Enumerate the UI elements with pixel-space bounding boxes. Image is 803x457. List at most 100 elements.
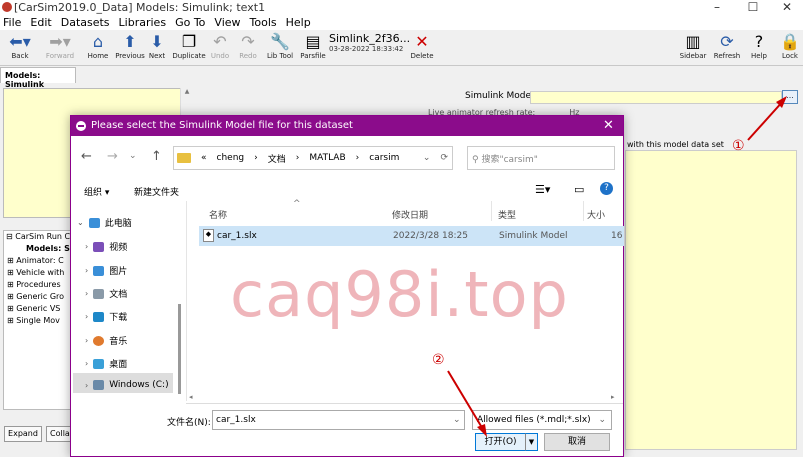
file-type: Simulink Model xyxy=(499,231,568,241)
redo-icon: ↷ xyxy=(241,32,255,51)
nav-item-this-pc[interactable]: ⌄ 此电脑 xyxy=(77,216,132,229)
path-prefix: « xyxy=(201,153,207,163)
back-nav-icon[interactable]: ← xyxy=(81,149,92,164)
menu-go-to[interactable]: Go To xyxy=(175,16,205,29)
simulink-file-icon: ◆ xyxy=(203,229,214,242)
menu-help[interactable]: Help xyxy=(286,16,311,29)
dialog-app-icon xyxy=(76,121,86,131)
menu-file[interactable]: File xyxy=(3,16,21,29)
nav-item-documents[interactable]: › 文档 xyxy=(85,287,127,300)
column-size[interactable]: 大小 xyxy=(587,208,605,221)
organize-button[interactable]: 组织 ▾ xyxy=(84,185,109,198)
address-bar[interactable]: « cheng › 文档 › MATLAB › carsim ⌄ ⟳ xyxy=(173,146,453,170)
parsfile-button[interactable]: ▤ Parsfile xyxy=(298,32,328,66)
nav-item-pictures[interactable]: › 图片 xyxy=(85,264,127,277)
column-type[interactable]: 类型 xyxy=(498,208,516,221)
tab-models-simulink[interactable]: Models: Simulink xyxy=(0,67,76,89)
minimize-button[interactable]: – xyxy=(700,0,734,15)
column-name[interactable]: 名称 xyxy=(209,208,227,221)
open-split-dropdown-icon[interactable]: ▼ xyxy=(525,433,538,451)
preview-pane-icon[interactable]: ▭ xyxy=(574,183,584,196)
file-list-bottom-edge xyxy=(186,403,623,404)
nav-item-music[interactable]: › 音乐 xyxy=(85,334,127,347)
tree-item-animator[interactable]: ⊞ Animator: C xyxy=(4,255,72,267)
dialog-close-button[interactable]: ✕ xyxy=(603,118,614,133)
desktop-icon xyxy=(93,358,105,369)
maximize-button[interactable]: ☐ xyxy=(736,0,770,15)
up-nav-icon[interactable]: ↑ xyxy=(151,149,162,164)
close-window-button[interactable]: ✕ xyxy=(770,0,803,15)
nav-item-windows-c[interactable]: › Windows (C:) xyxy=(85,380,169,390)
new-folder-button[interactable]: 新建文件夹 xyxy=(134,185,179,198)
previous-button[interactable]: ⬆ Previous xyxy=(114,32,146,66)
menu-view[interactable]: View xyxy=(214,16,240,29)
nav-item-desktop[interactable]: › 桌面 xyxy=(85,357,127,370)
path-sep-icon: › xyxy=(254,153,258,163)
filename-label: 文件名(N): xyxy=(167,418,211,428)
dialog-help-icon[interactable]: ? xyxy=(600,182,613,195)
download-icon xyxy=(93,311,105,322)
sidebar-icon: ▥ xyxy=(685,32,701,51)
undo-button[interactable]: ↶ Undo xyxy=(208,32,232,66)
view-menu-icon[interactable]: ☰▾ xyxy=(535,183,550,196)
dialog-command-bar: 组织 ▾ 新建文件夹 ☰▾ ▭ ? xyxy=(71,179,623,201)
video-icon xyxy=(93,241,105,252)
parsfile-icon: ▤ xyxy=(305,32,321,51)
sidebar-button[interactable]: ▥ Sidebar xyxy=(678,32,708,66)
forward-nav-icon[interactable]: → xyxy=(107,149,118,164)
tree-item-procedures[interactable]: ⊞ Procedures xyxy=(4,279,72,291)
dataset-name: Simlink_2f36... xyxy=(329,32,411,45)
lock-icon: 🔒 xyxy=(780,32,800,51)
forward-button[interactable]: ➡▾ Forward xyxy=(42,32,78,66)
delete-button[interactable]: ✕ Delete xyxy=(408,32,436,66)
address-refresh-icon[interactable]: ⟳ xyxy=(440,153,448,163)
scroll-left-icon[interactable]: ◂ xyxy=(189,393,193,401)
menu-datasets[interactable]: Datasets xyxy=(61,16,110,29)
tree-item-generic-group[interactable]: ⊞ Generic Gro xyxy=(4,291,72,303)
lock-button[interactable]: 🔒 Lock xyxy=(778,32,802,66)
annotation-label-2: ② xyxy=(432,352,445,368)
tree-item-vehicle[interactable]: ⊞ Vehicle with xyxy=(4,267,72,279)
tree-root[interactable]: ⊟ CarSim Run C xyxy=(4,231,72,243)
path-segment-matlab[interactable]: MATLAB xyxy=(309,153,345,163)
documents-icon xyxy=(93,288,105,299)
filename-input[interactable]: car_1.slx xyxy=(212,410,465,430)
path-segment-cheng[interactable]: cheng xyxy=(217,153,245,163)
address-dropdown-icon[interactable]: ⌄ xyxy=(423,153,431,163)
path-sep-icon: › xyxy=(295,153,300,163)
lib-tool-button[interactable]: 🔧 Lib Tool xyxy=(264,32,296,66)
search-input[interactable]: ⚲ 搜索"carsim" xyxy=(467,146,615,170)
menu-libraries[interactable]: Libraries xyxy=(119,16,167,29)
watermark: caq98i.top xyxy=(230,258,569,331)
tree-item-single-move[interactable]: ⊞ Single Mov xyxy=(4,315,72,327)
path-segment-carsim[interactable]: carsim xyxy=(369,153,399,163)
help-button[interactable]: ? Help xyxy=(748,32,770,66)
recent-dropdown-icon[interactable]: ⌄ xyxy=(129,151,137,161)
home-button[interactable]: ⌂ Home xyxy=(86,32,110,66)
path-sep-icon: › xyxy=(355,153,360,163)
menu-tools[interactable]: Tools xyxy=(250,16,277,29)
back-button[interactable]: ⬅▾ Back xyxy=(2,32,38,66)
sort-up-icon: ^ xyxy=(293,199,301,209)
menu-edit[interactable]: Edit xyxy=(30,16,51,29)
duplicate-button[interactable]: ❐ Duplicate xyxy=(172,32,206,66)
refresh-button[interactable]: ⟳ Refresh xyxy=(712,32,742,66)
column-date[interactable]: 修改日期 xyxy=(392,208,428,221)
redo-button[interactable]: ↷ Redo xyxy=(236,32,260,66)
file-size: 16 xyxy=(611,231,623,241)
forward-arrow-icon: ➡▾ xyxy=(49,32,71,51)
collapse-button[interactable]: Colla xyxy=(46,426,72,442)
path-segment-documents[interactable]: 文档 xyxy=(268,152,286,165)
window-title: [CarSim2019.0_Data] Models: Simulink; te… xyxy=(14,1,266,14)
cancel-button[interactable]: 取消 xyxy=(544,433,610,451)
next-button[interactable]: ⬇ Next xyxy=(146,32,168,66)
nav-item-downloads[interactable]: › 下载 xyxy=(85,310,127,323)
model-description-area[interactable] xyxy=(625,150,797,450)
scroll-right-icon[interactable]: ▸ xyxy=(611,393,615,401)
nav-item-videos[interactable]: › 视频 xyxy=(85,240,127,253)
expand-button[interactable]: Expand xyxy=(4,426,42,442)
nav-scroll-thumb[interactable] xyxy=(178,304,181,394)
file-row[interactable]: ◆ car_1.slx 2022/3/28 18:25 Simulink Mod… xyxy=(199,226,624,246)
tree-item-generic-vs[interactable]: ⊞ Generic VS xyxy=(4,303,72,315)
tree-item-models[interactable]: Models: Sim xyxy=(4,243,72,255)
